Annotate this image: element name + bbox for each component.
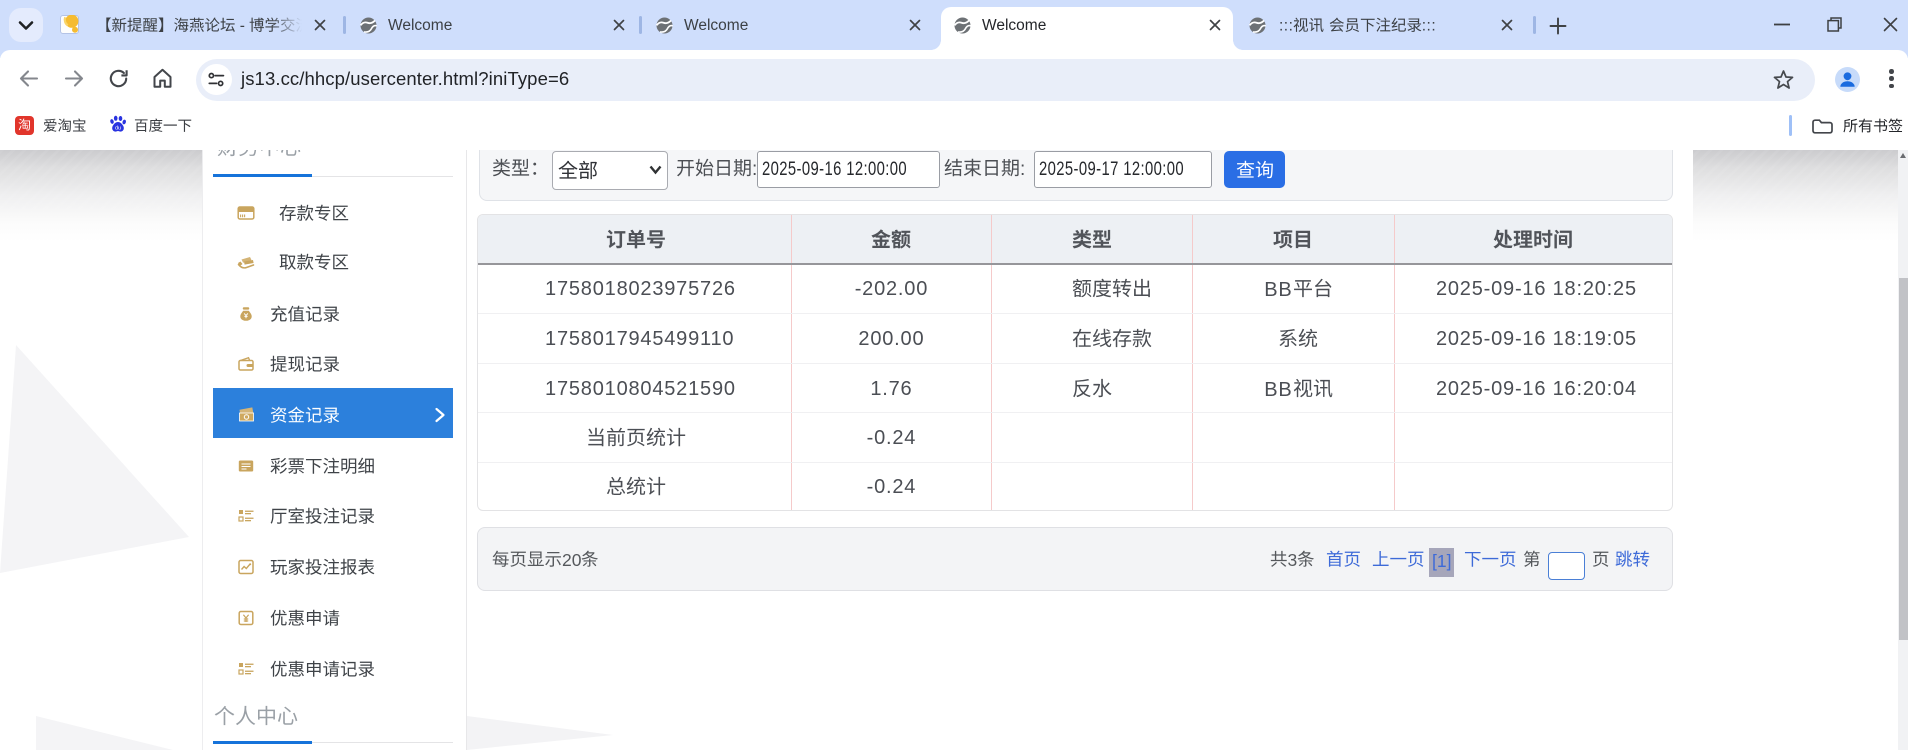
- svg-text:du: du: [115, 126, 121, 132]
